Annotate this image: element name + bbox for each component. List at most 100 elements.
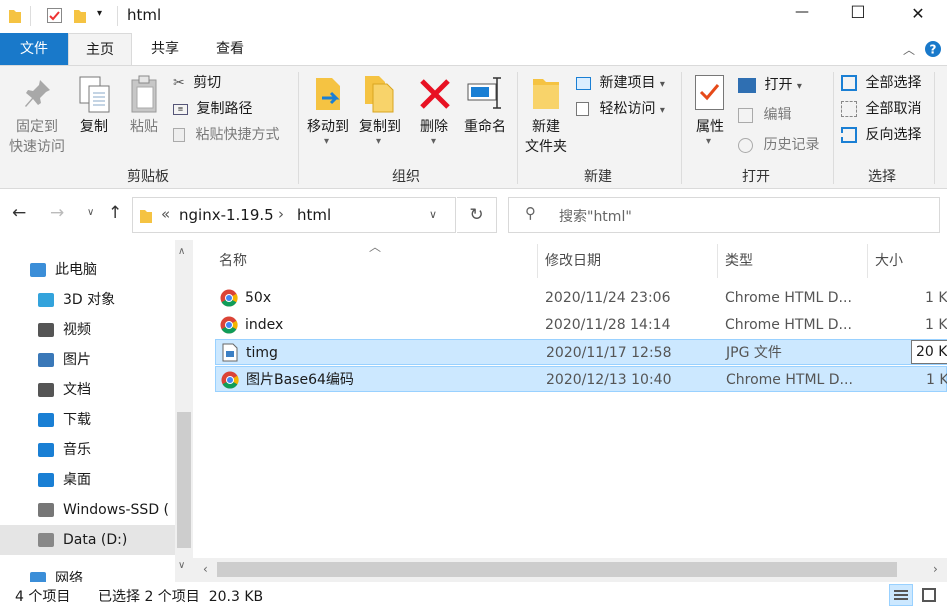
nav-scroll-thumb[interactable]	[177, 412, 191, 548]
nav-item[interactable]: Data (D:)	[0, 525, 175, 555]
copy-to-button[interactable]: 复制到	[354, 117, 406, 137]
column-header-type[interactable]: 类型	[725, 250, 753, 270]
up-arrow-icon[interactable]: ↑	[108, 203, 122, 223]
nav-scroll-up-icon[interactable]: ∧	[178, 246, 185, 257]
nav-item[interactable]: 网络	[0, 564, 175, 582]
customize-toolbar-icon[interactable]: ▾	[97, 8, 102, 19]
pin-quick-access-button[interactable]: 固定到 快速访问	[4, 117, 70, 157]
file-row[interactable]: 图片Base64编码 2020/12/13 10:40 Chrome HTML D.…	[215, 366, 947, 392]
nav-item[interactable]: 3D 对象	[0, 285, 175, 315]
scroll-left-icon[interactable]: ‹	[203, 562, 208, 576]
copy-path-button[interactable]: ≡ 复制路径	[173, 98, 252, 120]
file-row[interactable]: 50x 2020/11/24 23:06 Chrome HTML D... 1 K	[215, 285, 947, 311]
column-header-name[interactable]: 名称	[219, 250, 247, 270]
collapse-ribbon-icon[interactable]: ︿	[903, 41, 915, 58]
nav-item-label: 文档	[63, 382, 91, 398]
paste-shortcut-button[interactable]: 粘贴快捷方式	[173, 124, 279, 146]
refresh-button[interactable]: ↻	[457, 197, 497, 233]
properties-dropdown-icon[interactable]: ▾	[706, 136, 711, 147]
rename-icon	[467, 77, 501, 109]
paste-shortcut-icon	[173, 128, 185, 142]
tab-view[interactable]: 查看	[199, 33, 261, 65]
sort-ascending-icon: ︿	[369, 240, 382, 254]
column-divider[interactable]	[717, 244, 718, 278]
edit-button[interactable]: 编辑	[738, 104, 791, 126]
paste-icon	[131, 75, 157, 113]
close-button[interactable]: ✕	[908, 4, 928, 23]
drive-c-icon	[38, 503, 54, 517]
scroll-right-icon[interactable]: ›	[933, 562, 938, 576]
rename-button[interactable]: 重命名	[458, 117, 512, 137]
help-icon[interactable]: ?	[924, 40, 942, 58]
nav-item[interactable]: 此电脑	[0, 255, 175, 285]
nav-item[interactable]: 视频	[0, 315, 175, 345]
nav-item[interactable]: 文档	[0, 375, 175, 405]
nav-item[interactable]: 音乐	[0, 435, 175, 465]
minimize-button[interactable]: —	[792, 4, 812, 20]
delete-button[interactable]: 删除	[414, 117, 454, 137]
search-box[interactable]: ⚲ 搜索"html"	[508, 197, 940, 233]
column-divider[interactable]	[867, 244, 868, 278]
column-header-size[interactable]: 大小	[875, 250, 903, 270]
nav-item[interactable]: 图片	[0, 345, 175, 375]
file-modified: 2020/11/28 14:14	[545, 317, 671, 333]
nav-item[interactable]: 桌面	[0, 465, 175, 495]
address-box[interactable]: « nginx-1.19.5 › html ∨	[132, 197, 456, 233]
overflow-chevron[interactable]: «	[161, 205, 170, 223]
horizontal-scroll-thumb[interactable]	[217, 562, 897, 577]
breadcrumb-separator[interactable]: ›	[278, 205, 284, 223]
nav-item-label: 此电脑	[55, 262, 97, 278]
selection-info: 已选择 2 个项目 20.3 KB	[98, 589, 264, 605]
column-header-modified[interactable]: 修改日期	[545, 250, 601, 270]
folder-icon	[140, 210, 152, 223]
maximize-button[interactable]: ☐	[848, 3, 868, 23]
paste-button[interactable]: 粘贴	[124, 117, 164, 137]
copy-icon	[79, 76, 110, 113]
address-dropdown-icon[interactable]: ∨	[429, 208, 437, 221]
delete-dropdown-icon[interactable]: ▾	[431, 136, 436, 147]
easy-access-button[interactable]: 轻松访问 ▾	[576, 98, 665, 120]
nav-scroll-down-icon[interactable]: ∨	[178, 560, 185, 571]
breadcrumb-html[interactable]: html	[297, 206, 331, 224]
open-group-label: 打开	[742, 169, 770, 185]
forward-arrow-icon[interactable]: →	[50, 203, 64, 223]
large-icons-view-icon[interactable]	[918, 584, 942, 606]
cut-button[interactable]: ✂ 剪切	[173, 72, 221, 94]
nav-item[interactable]: Windows-SSD (	[0, 495, 175, 525]
copy-to-dropdown-icon[interactable]: ▾	[376, 136, 381, 147]
new-item-button[interactable]: 新建项目 ▾	[576, 72, 665, 94]
search-icon: ⚲	[525, 204, 536, 222]
tab-file[interactable]: 文件	[0, 33, 68, 65]
recent-locations-icon[interactable]: ∨	[87, 207, 94, 218]
jpg-file-icon	[222, 343, 238, 362]
easy-access-icon	[576, 102, 589, 116]
select-none-button[interactable]: 全部取消	[841, 98, 921, 120]
nav-item-label: 网络	[55, 571, 83, 582]
breadcrumb-nginx[interactable]: nginx-1.19.5	[179, 206, 274, 224]
properties-quick-icon[interactable]	[46, 7, 63, 24]
file-row[interactable]: index 2020/11/28 14:14 Chrome HTML D... 1 K	[215, 312, 947, 338]
select-group-label: 选择	[868, 169, 896, 185]
new-folder-quick-icon[interactable]	[73, 8, 87, 24]
tab-share[interactable]: 共享	[134, 33, 196, 65]
documents-icon	[38, 383, 54, 397]
this-pc-icon	[30, 263, 46, 277]
new-item-icon	[576, 76, 591, 90]
column-divider[interactable]	[537, 244, 538, 278]
back-arrow-icon[interactable]: ←	[12, 203, 26, 223]
nav-item[interactable]: 下载	[0, 405, 175, 435]
file-name: 50x	[245, 290, 272, 306]
file-row[interactable]: timg 2020/11/17 12:58 JPG 文件 20 K	[215, 339, 947, 365]
move-to-button[interactable]: 移动到	[302, 117, 354, 137]
move-to-icon	[316, 78, 340, 110]
move-to-dropdown-icon[interactable]: ▾	[324, 136, 329, 147]
open-button[interactable]: 打开 ▾	[738, 74, 802, 96]
new-folder-button[interactable]: 新建 文件夹	[518, 117, 574, 157]
select-all-button[interactable]: 全部选择	[841, 72, 921, 94]
properties-button[interactable]: 属性	[689, 117, 731, 137]
invert-selection-button[interactable]: 反向选择	[841, 124, 921, 146]
history-button[interactable]: 历史记录	[738, 134, 819, 156]
copy-button[interactable]: 复制	[74, 117, 114, 137]
details-view-icon[interactable]	[889, 584, 913, 606]
tab-home[interactable]: 主页	[68, 33, 132, 66]
